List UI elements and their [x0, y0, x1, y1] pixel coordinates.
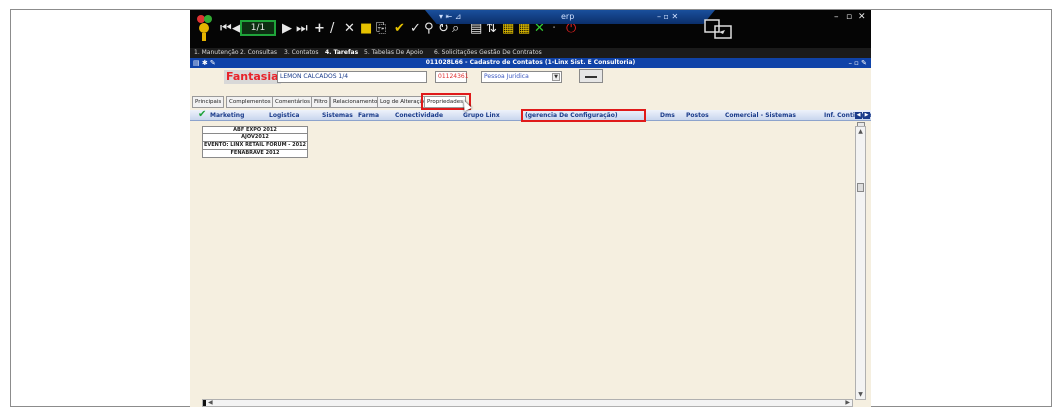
list-item[interactable]: FENABRAVE 2012 — [202, 150, 308, 158]
category-gerencia-de-configuracao[interactable]: (gerencia De Configuração) — [525, 110, 618, 121]
tab-bar: Principais Complementos Comentários Filt… — [190, 96, 871, 108]
menu-item-manutencao[interactable]: 1. Manutenção — [194, 48, 239, 58]
horizontal-scrollbar[interactable]: ◀ ▶ — [202, 399, 853, 407]
list-item[interactable]: EVENTO: LINX RETAIL FORUM - 2012 — [202, 142, 308, 150]
menu-item-consultas[interactable]: 2. Consultas — [240, 48, 277, 58]
window-small-controls-icon: ▾ ⇤ ⊿ — [439, 12, 462, 21]
person-type-value: Pessoa Juridica — [484, 73, 529, 80]
scroll-left-icon[interactable]: ◀ — [208, 399, 213, 407]
category-marketing[interactable]: Marketing — [210, 110, 244, 121]
category-comercial-sistemas[interactable]: Comercial - Sistemas — [725, 110, 796, 121]
title-strip: ▾ ⇤ ⊿ erp – ▫ ✕ — [425, 10, 715, 24]
content-area: ABF EXPO 2012 AJOV2012 EVENTO: LINX RETA… — [190, 122, 871, 407]
menu-item-solicitacoes[interactable]: 6. Solicitações Gestão De Contratos — [434, 48, 542, 58]
category-farma[interactable]: Farma — [358, 110, 379, 121]
confirm-check-icon[interactable]: ✔ — [394, 22, 405, 36]
menu-bar: 1. Manutenção 2. Consultas 3. Contatos 4… — [190, 48, 871, 58]
scroll-up-icon[interactable]: ▲ — [856, 127, 865, 136]
report-list-icon[interactable]: ▦ — [518, 22, 530, 36]
save-copy-icon[interactable]: ⎘ — [376, 22, 386, 36]
save-icon[interactable]: ■ — [360, 22, 372, 36]
category-postos[interactable]: Postos — [686, 110, 709, 121]
power-exit-icon[interactable]: ⏻ — [566, 22, 576, 36]
fantasia-row: Fantasia LEMON CALCADOS 1/4 01124361 Pes… — [190, 68, 871, 94]
window-title: 011028L66 - Cadastro de Contatos (1-Linx… — [425, 59, 636, 66]
minimize-icon[interactable]: – — [834, 12, 839, 22]
window-controls-icon[interactable]: – ▫ ✎ — [848, 58, 867, 68]
category-grupo-linx[interactable]: Grupo Linx — [463, 110, 500, 121]
vertical-scrollbar[interactable]: ▲ ▼ — [855, 126, 866, 400]
chevron-down-icon[interactable]: ▼ — [552, 73, 560, 81]
list-item[interactable]: AJOV2012 — [202, 134, 308, 142]
menu-item-tabelas-de-apoio[interactable]: 5. Tabelas De Apoio — [364, 48, 423, 58]
scroll-down-icon[interactable]: ▼ — [856, 390, 865, 399]
category-next-icon[interactable]: ▶ — [863, 112, 870, 119]
title-strip-label: erp — [561, 12, 575, 21]
erp-application-window: ⏮ ◀ 1/1 ▶ ⏭ + / ✕ ■ ⎘ ✔ ✓ ⚲ ↻ ⌕ ▤ ⇅ ▦ ▦ … — [190, 10, 871, 407]
report-icon[interactable]: ▦ — [502, 22, 514, 36]
remote-screen-icon[interactable] — [703, 18, 735, 42]
last-record-icon[interactable]: ⏭ — [296, 22, 308, 36]
scroll-right-icon[interactable]: ▶ — [845, 399, 850, 407]
window-title-bar: ▤ ✱ ✎ 011028L66 - Cadastro de Contatos (… — [190, 58, 871, 68]
menu-item-tarefas[interactable]: 4. Tarefas — [325, 48, 358, 58]
tab-filtro[interactable]: Filtro — [311, 96, 331, 108]
refresh-icon[interactable]: ↻ — [438, 22, 449, 36]
tab-principais[interactable]: Principais — [192, 96, 225, 108]
scroll-thumb[interactable] — [857, 183, 864, 192]
person-type-select[interactable]: Pessoa Juridica ▼ — [481, 71, 562, 83]
search-icon[interactable]: ⚲ — [424, 22, 434, 36]
edit-pencil-icon[interactable]: / — [330, 22, 334, 36]
zoom-search-icon[interactable]: ⌕ — [452, 22, 459, 36]
category-sistemas[interactable]: Sistemas — [322, 110, 353, 121]
tab-log-de-alteracao[interactable]: Log de Alteração — [377, 96, 430, 108]
main-toolbar: ⏮ ◀ 1/1 ▶ ⏭ + / ✕ ■ ⎘ ✔ ✓ ⚲ ↻ ⌕ ▤ ⇅ ▦ ▦ … — [190, 10, 871, 48]
properties-list: ABF EXPO 2012 AJOV2012 EVENTO: LINX RETA… — [202, 126, 308, 158]
category-prev-icon[interactable]: ◀ — [855, 112, 862, 119]
tab-comentarios[interactable]: Comentários — [272, 96, 313, 108]
text-cursor — [203, 400, 206, 406]
record-pager: 1/1 — [240, 20, 276, 36]
app-logo-icon — [196, 13, 214, 43]
add-record-icon[interactable]: + — [314, 22, 325, 36]
category-bar: ✔ Marketing Logistica Sistemas Farma Con… — [190, 109, 871, 121]
close-icon[interactable]: ✕ — [858, 12, 866, 22]
list-item[interactable]: ABF EXPO 2012 — [202, 126, 308, 134]
category-dms[interactable]: Dms — [660, 110, 675, 121]
next-record-icon[interactable]: ▶ — [282, 22, 292, 36]
screenshot-frame: ⏮ ◀ 1/1 ▶ ⏭ + / ✕ ■ ⎘ ✔ ✓ ⚲ ↻ ⌕ ▤ ⇅ ▦ ▦ … — [10, 9, 1052, 407]
collapse-button[interactable] — [579, 69, 603, 83]
excel-export-icon[interactable]: ✕ — [534, 22, 545, 36]
delete-icon[interactable]: ✕ — [344, 22, 355, 36]
sort-icon[interactable]: ⇅ — [486, 22, 497, 36]
cancel-check-icon[interactable]: ✓ — [410, 22, 421, 36]
menu-item-contatos[interactable]: 3. Contatos — [284, 48, 318, 58]
category-logistica[interactable]: Logistica — [269, 110, 299, 121]
title-strip-controls-icon: – ▫ ✕ — [657, 12, 679, 21]
print-icon[interactable]: ▤ — [470, 22, 482, 36]
fantasia-input[interactable]: LEMON CALCADOS 1/4 — [277, 71, 427, 83]
check-icon: ✔ — [198, 109, 207, 120]
fantasia-label: Fantasia — [224, 70, 281, 84]
tab-relacionamentos[interactable]: Relacionamentos — [330, 96, 384, 108]
category-conectividade[interactable]: Conectividade — [395, 110, 443, 121]
code-input[interactable]: 01124361 — [435, 71, 469, 83]
restore-icon[interactable]: ▫ — [846, 12, 852, 22]
separator-dot-icon: · — [552, 21, 557, 36]
first-record-icon[interactable]: ⏮ — [220, 22, 232, 36]
tab-complementos[interactable]: Complementos — [226, 96, 274, 108]
